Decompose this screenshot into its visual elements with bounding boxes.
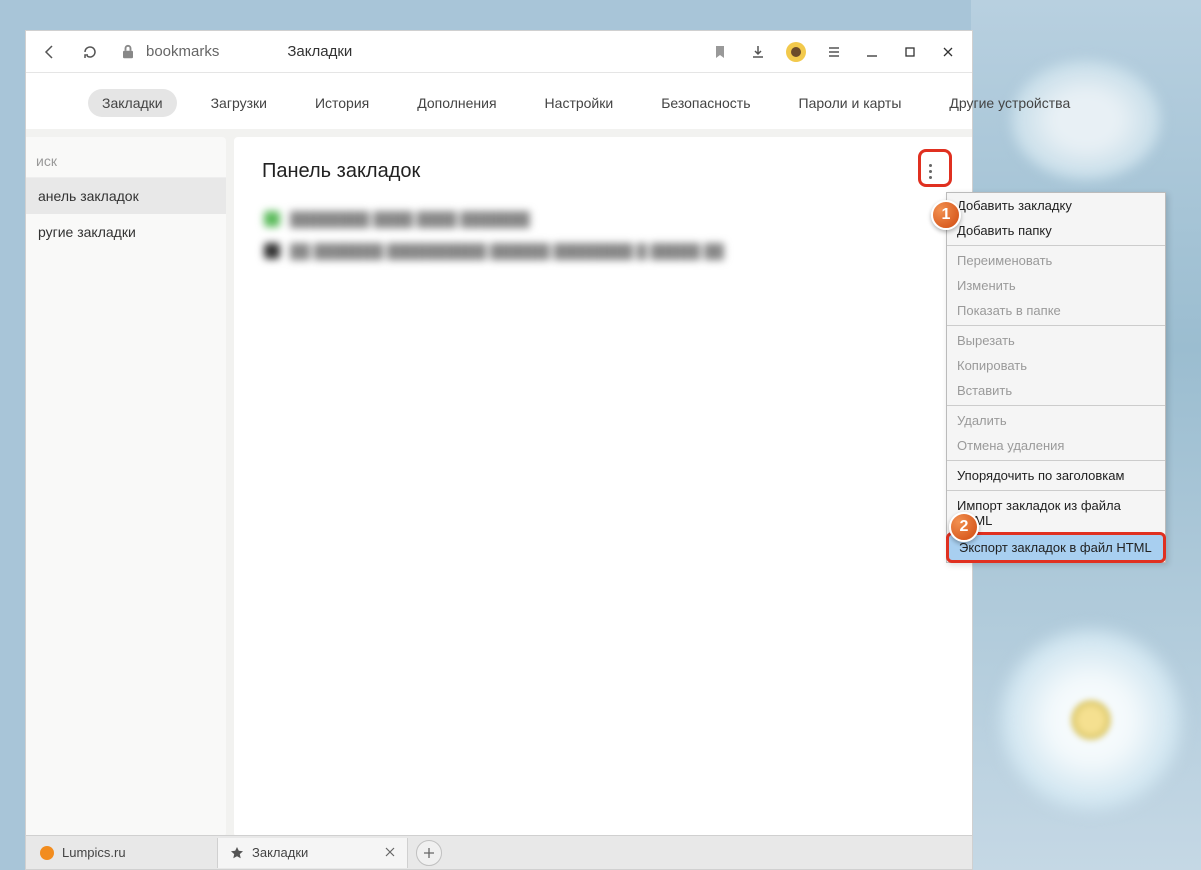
nav-tab-history[interactable]: История xyxy=(301,89,383,117)
ctx-separator xyxy=(947,460,1165,461)
callout-badge-2: 2 xyxy=(949,512,979,542)
context-menu: Добавить закладку Добавить папку Переиме… xyxy=(946,192,1166,563)
browser-window: bookmarks Закладки xyxy=(25,30,973,870)
downloads-icon[interactable] xyxy=(742,36,774,68)
sidebar-search[interactable]: иск xyxy=(26,147,226,178)
ctx-sort-by-title[interactable]: Упорядочить по заголовкам xyxy=(947,463,1165,488)
ctx-export-html[interactable]: Экспорт закладок в файл HTML xyxy=(946,532,1166,563)
nav-tab-security[interactable]: Безопасность xyxy=(647,89,764,117)
star-icon xyxy=(230,846,244,860)
ctx-delete: Удалить xyxy=(947,408,1165,433)
ctx-paste: Вставить xyxy=(947,378,1165,403)
ctx-rename: Переименовать xyxy=(947,248,1165,273)
tab-lumpics[interactable]: Lumpics.ru xyxy=(28,838,218,868)
nav-tab-settings[interactable]: Настройки xyxy=(531,89,628,117)
panel-title: Панель закладок xyxy=(262,160,420,183)
sidebar: иск анель закладок ругие закладки xyxy=(26,137,226,837)
tab-label: Закладки xyxy=(252,845,308,860)
back-button[interactable] xyxy=(34,36,66,68)
nav-tab-downloads[interactable]: Загрузки xyxy=(197,89,281,117)
ctx-separator xyxy=(947,405,1165,406)
nav-tab-bookmarks[interactable]: Закладки xyxy=(88,89,177,117)
address-bar[interactable]: bookmarks Закладки xyxy=(114,42,696,62)
maximize-button[interactable] xyxy=(894,36,926,68)
toolbar: bookmarks Закладки xyxy=(26,31,972,73)
ctx-import-html[interactable]: Импорт закладок из файла HTML xyxy=(947,493,1165,533)
nav-tab-addons[interactable]: Дополнения xyxy=(403,89,510,117)
minimize-button[interactable] xyxy=(856,36,888,68)
ctx-separator xyxy=(947,245,1165,246)
menu-icon[interactable] xyxy=(818,36,850,68)
profile-icon[interactable] xyxy=(780,36,812,68)
nav-tab-passwords[interactable]: Пароли и карты xyxy=(785,89,916,117)
ctx-copy: Копировать xyxy=(947,353,1165,378)
more-button[interactable] xyxy=(916,157,944,185)
new-tab-button[interactable] xyxy=(416,840,442,866)
tab-label: Lumpics.ru xyxy=(62,845,126,860)
sidebar-item-bookmarks-bar[interactable]: анель закладок xyxy=(26,178,226,214)
ctx-edit: Изменить xyxy=(947,273,1165,298)
bookmark-item[interactable]: ████████ ████ ████ ███████ xyxy=(262,203,944,235)
ctx-add-folder[interactable]: Добавить папку xyxy=(947,218,1165,243)
bookmark-icon[interactable] xyxy=(704,36,736,68)
close-button[interactable] xyxy=(932,36,964,68)
ctx-cut: Вырезать xyxy=(947,328,1165,353)
sidebar-item-other-bookmarks[interactable]: ругие закладки xyxy=(26,214,226,250)
callout-badge-1: 1 xyxy=(931,200,961,230)
ctx-show-in-folder: Показать в папке xyxy=(947,298,1165,323)
url-text: bookmarks xyxy=(146,43,219,60)
nav-tab-devices[interactable]: Другие устройства xyxy=(935,89,1084,117)
bookmark-list: ████████ ████ ████ ███████ ██ ███████ ██… xyxy=(262,203,944,267)
nav-tabs: Закладки Загрузки История Дополнения Нас… xyxy=(26,73,972,129)
content-area: иск анель закладок ругие закладки Панель… xyxy=(26,129,972,837)
ctx-separator xyxy=(947,490,1165,491)
favicon-icon xyxy=(40,846,54,860)
bookmark-item[interactable]: ██ ███████ ██████████ ██████ ████████ █ … xyxy=(262,235,944,267)
lock-icon xyxy=(118,42,138,62)
ctx-undo-delete: Отмена удаления xyxy=(947,433,1165,458)
tab-bar: Lumpics.ru Закладки xyxy=(26,835,972,869)
tab-bookmarks[interactable]: Закладки xyxy=(218,838,408,868)
ctx-add-bookmark[interactable]: Добавить закладку xyxy=(947,193,1165,218)
page-title: Закладки xyxy=(287,43,352,60)
tab-close-icon[interactable] xyxy=(385,845,395,860)
ctx-separator xyxy=(947,325,1165,326)
main-panel: Панель закладок ████████ ████ ████ █████… xyxy=(234,137,972,837)
reload-button[interactable] xyxy=(74,36,106,68)
